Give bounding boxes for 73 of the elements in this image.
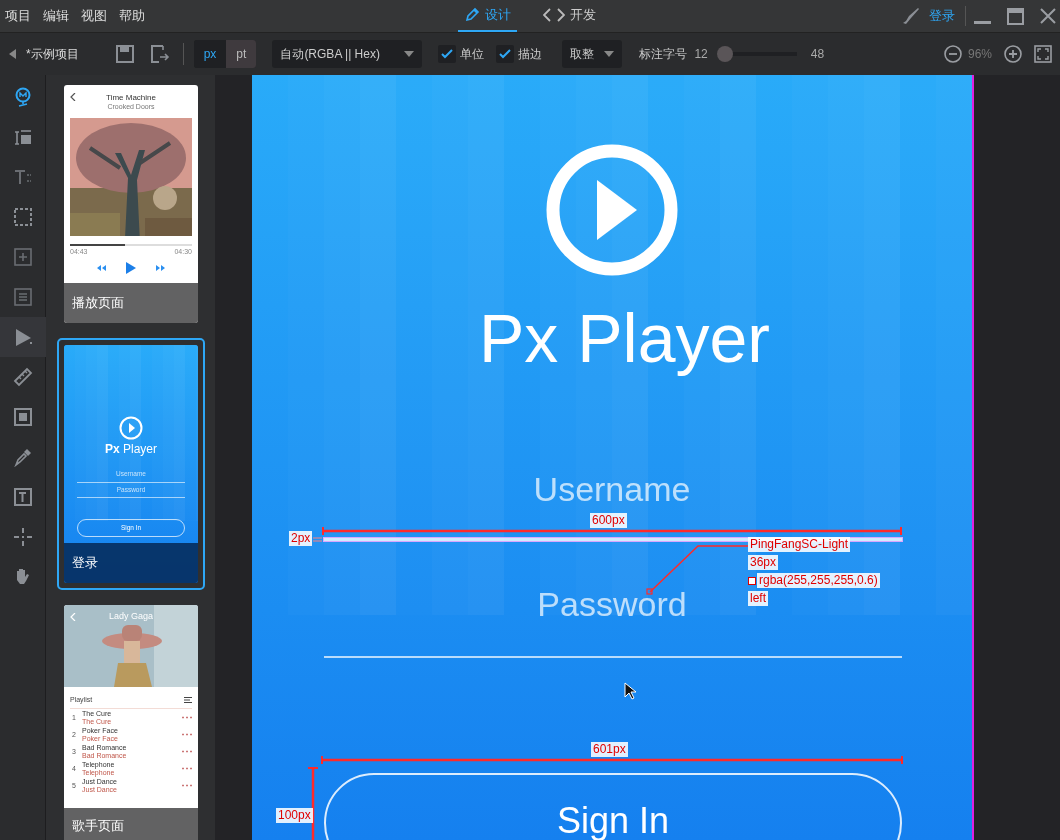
text-tool-icon[interactable]	[12, 167, 33, 187]
mode-tab[interactable]: 开发	[537, 0, 602, 32]
maximize-icon[interactable]	[1007, 7, 1024, 25]
crosshair-icon[interactable]	[12, 527, 33, 547]
checkbox[interactable]	[438, 45, 457, 63]
fit-screen-icon[interactable]	[1034, 45, 1052, 63]
text-box-icon[interactable]	[12, 487, 33, 507]
color-format-dropdown[interactable]: 自动(RGBA || Hex)	[272, 40, 423, 68]
play-icon[interactable]	[119, 416, 143, 440]
login-link[interactable]: 登录	[929, 6, 966, 26]
zoom-in-icon[interactable]	[1004, 45, 1022, 63]
password-label: Password	[537, 584, 687, 624]
more-icon[interactable]	[182, 767, 192, 770]
page-name: 登录	[71, 554, 98, 573]
app-logo: Px Player	[104, 443, 157, 456]
menu-item[interactable]: 项目	[0, 6, 38, 26]
checkbox-label: 单位	[460, 46, 485, 63]
app-logo: Px Player	[479, 302, 770, 374]
export-icon[interactable]	[150, 45, 171, 63]
more-icon[interactable]	[182, 733, 192, 736]
ruler-icon[interactable]	[12, 367, 33, 387]
font-info: rgba(255,255,255,0.6)	[757, 573, 880, 588]
font-size-label: 标注字号	[639, 46, 688, 63]
close-icon[interactable]	[1040, 8, 1056, 24]
pencil-icon	[464, 7, 480, 23]
dimension-icon[interactable]	[12, 127, 33, 147]
marquee-icon[interactable]	[12, 207, 33, 227]
slider-min: 12	[694, 46, 708, 63]
page-name: 播放页面	[71, 294, 124, 313]
more-icon[interactable]	[182, 784, 192, 787]
zoom-out-icon[interactable]	[943, 45, 962, 63]
eyedropper-icon[interactable]	[12, 447, 33, 467]
save-icon[interactable]	[115, 45, 134, 63]
font-info: PingFangSC-Light	[748, 537, 851, 552]
back-icon[interactable]	[9, 49, 17, 59]
caret-icon	[404, 51, 415, 57]
brush-icon[interactable]	[901, 6, 921, 26]
dimension-label: 100px	[276, 808, 313, 823]
project-name: *示例项目	[26, 46, 79, 63]
song-title: Time Machine	[106, 93, 156, 102]
more-icon[interactable]	[182, 750, 192, 753]
rounding-dropdown[interactable]: 取整	[562, 40, 623, 68]
fast-forward-icon[interactable]	[156, 265, 165, 271]
back-icon[interactable]	[70, 93, 76, 101]
checkbox-label: 描边	[518, 46, 543, 63]
zoom-level: 96%	[967, 46, 992, 63]
slider-max: 48	[810, 46, 825, 63]
dimension-label: 601px	[591, 742, 628, 757]
caret-icon	[604, 51, 615, 57]
menu-icon[interactable]	[184, 697, 192, 703]
more-icon[interactable]	[182, 716, 192, 719]
username-label: Username	[533, 469, 691, 509]
play-icon	[545, 143, 679, 277]
dimension-label: 2px	[289, 531, 313, 546]
dimension-line	[313, 537, 322, 542]
artist-name: Lady Gaga	[107, 610, 154, 623]
dimension-label: 600px	[590, 513, 627, 528]
font-info: 36px	[748, 555, 779, 570]
unit-toggle[interactable]: pt	[226, 40, 257, 68]
play-icon[interactable]	[126, 262, 136, 274]
menu-item[interactable]: 帮助	[114, 6, 152, 26]
checkbox[interactable]	[496, 45, 515, 63]
menu-item[interactable]: 视图	[76, 6, 114, 26]
sign-in-button[interactable]: Sign In	[324, 773, 902, 840]
cursor-icon	[624, 682, 636, 700]
rewind-icon[interactable]	[97, 265, 106, 271]
code-icon	[543, 7, 565, 23]
slider-thumb[interactable]	[716, 46, 733, 62]
font-info: left	[748, 591, 768, 606]
page-name: 歌手页面	[71, 816, 124, 835]
menu-item[interactable]: 编辑	[38, 6, 76, 26]
frame-icon[interactable]	[12, 407, 33, 427]
color-swatch	[748, 577, 756, 585]
